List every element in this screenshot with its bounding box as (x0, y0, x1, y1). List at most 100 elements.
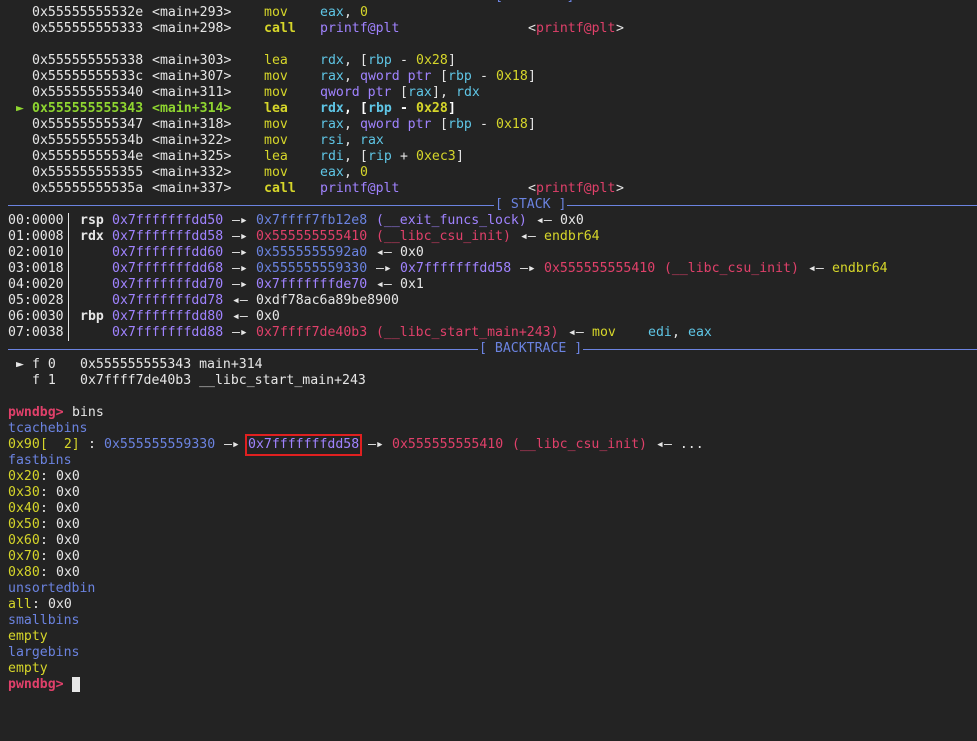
segment: 0x7fffffffdd88 (112, 325, 224, 340)
instruction-address: 0x55555555534b (32, 133, 144, 148)
segment: 0x7ffff7fb12e8 (256, 213, 368, 228)
segment: ] (528, 117, 536, 132)
call-target: printf@plt (536, 181, 616, 196)
disassembly-pane: [ DISASM ] 0x55555555532e<main+293>movea… (0, 0, 977, 197)
instruction-offset: <main+311> (152, 85, 232, 100)
instruction-address: 0x555555555340 (32, 85, 144, 100)
mnemonic: mov (264, 133, 288, 148)
segment: + (392, 149, 416, 164)
prompt: pwndbg> (8, 405, 64, 420)
stack-index: 01:0008 (8, 229, 64, 244)
prompt-final: pwndbg> (8, 677, 64, 692)
segment: rax (360, 133, 384, 148)
mnemonic: mov (264, 117, 288, 132)
stack-divider (68, 229, 69, 245)
segment: (__libc_start_main+243) (368, 325, 559, 340)
angle-close: > (616, 181, 624, 196)
stack-row: 06:0030 rbp 0x7fffffffdd80 ◂— 0x0 (0, 309, 977, 325)
instruction-address: 0x55555555535a (32, 181, 144, 196)
stack-register: rbp (80, 309, 104, 324)
segment: ◂— (368, 245, 400, 260)
fastbin-size: 0x80 (8, 565, 40, 580)
segment: (__exit_funcs_lock) (368, 213, 527, 228)
tcache-highlighted-address: 0x7fffffffdd58 (244, 434, 363, 456)
angle-open: < (528, 21, 536, 36)
terminal[interactable]: [ DISASM ] 0x55555555532e<main+293>movea… (0, 0, 977, 693)
segment: 0x555555555410 (544, 261, 656, 276)
mnemonic: call (264, 181, 296, 196)
segment: 0x555555555410 (256, 229, 368, 244)
segment: 0xec3 (416, 149, 456, 164)
segment: , (344, 133, 360, 148)
instruction-offset: <main+325> (152, 149, 232, 164)
segment: rdx (320, 101, 344, 116)
command-line: pwndbg> bins (0, 405, 977, 421)
fastbin-value: 0x0 (56, 469, 80, 484)
backtrace-row: ► f 0 0x555555555343 main+314 (0, 357, 977, 373)
segment: qword ptr (360, 117, 432, 132)
instruction-address: 0x555555555338 (32, 53, 144, 68)
stack-index: 06:0030 (8, 309, 64, 324)
fastbin-row: 0x30: 0x0 (8, 485, 80, 500)
frame-id: f 1 (32, 373, 56, 388)
segment: 0x18 (496, 117, 528, 132)
segment: 0x7fffffffdd58 (400, 261, 512, 276)
instruction-offset: <main+332> (152, 165, 232, 180)
segment: —▸ (224, 213, 256, 228)
stack-divider (68, 261, 69, 277)
segment: , (344, 5, 360, 20)
segment: rip (368, 149, 392, 164)
segment: —▸ (224, 261, 256, 276)
segment: rdi (320, 149, 344, 164)
segment: ] (448, 101, 456, 116)
stack-divider (68, 293, 69, 309)
stack-register: rdx (80, 229, 104, 244)
segment: —▸ (224, 245, 256, 260)
angle-open: < (528, 181, 536, 196)
stack-index: 07:0038 (8, 325, 64, 340)
segment: 0x0 (400, 245, 424, 260)
segment: qword ptr (320, 85, 392, 100)
fastbin-row: 0x70: 0x0 (8, 549, 80, 564)
input-line[interactable]: pwndbg> (0, 677, 977, 693)
fastbin-value: 0x0 (56, 485, 80, 500)
segment: (__libc_csu_init) (368, 229, 511, 244)
segment: ◂— (560, 325, 592, 340)
tcachebins-heading: tcachebins (8, 421, 88, 436)
fastbin-size: 0x30 (8, 485, 40, 500)
mnemonic: mov (264, 69, 288, 84)
stack-index: 04:0020 (8, 277, 64, 292)
segment: qword ptr (360, 69, 432, 84)
fastbin-value: 0x0 (56, 565, 80, 580)
segment: 0x7fffffffdd80 (112, 309, 224, 324)
stack-separator: [ STACK ] (0, 197, 977, 213)
segment (616, 325, 648, 341)
segment: —▸ (224, 325, 256, 340)
segment: —▸ (368, 261, 400, 276)
segment: 0 (360, 5, 368, 20)
fastbin-value: 0x0 (56, 533, 80, 548)
frame-location: 0x7ffff7de40b3 __libc_start_main+243 (80, 373, 366, 388)
segment: - (472, 117, 496, 132)
cursor[interactable] (72, 677, 80, 693)
segment: 0x7fffffffdd58 (112, 229, 224, 244)
disasm-row: 0x55555555534e <main+325> lea rdi, [rip + 0… (0, 149, 977, 165)
segment: , [ (344, 149, 368, 164)
disasm-row: 0x555555555355 <main+332> mov eax, 0 (0, 165, 977, 181)
stack-index: 03:0018 (8, 261, 64, 276)
unsortedbin-all-value: 0x0 (48, 597, 72, 612)
segment: 0x7fffffffdd60 (112, 245, 224, 260)
frame-id: f 0 (32, 357, 56, 372)
segment: —▸ (224, 277, 256, 292)
segment: ◂— (800, 261, 832, 276)
instruction-address: 0x555555555333 (32, 21, 144, 36)
stack-divider (68, 309, 69, 325)
tcache-entry: 0x90 [ 2] : 0x555555559330 —▸ 0x7fffffff… (8, 434, 704, 456)
segment: 0x18 (496, 69, 528, 84)
largebins-value: empty (8, 661, 48, 676)
tcache-next-chunk: 0x555555555410 (392, 437, 504, 452)
segment: rsi (320, 133, 344, 148)
segment: , (344, 117, 360, 132)
angle-close: > (616, 21, 624, 36)
disasm-row: 0x555555555340 <main+311> mov qword ptr [ra… (0, 85, 977, 101)
